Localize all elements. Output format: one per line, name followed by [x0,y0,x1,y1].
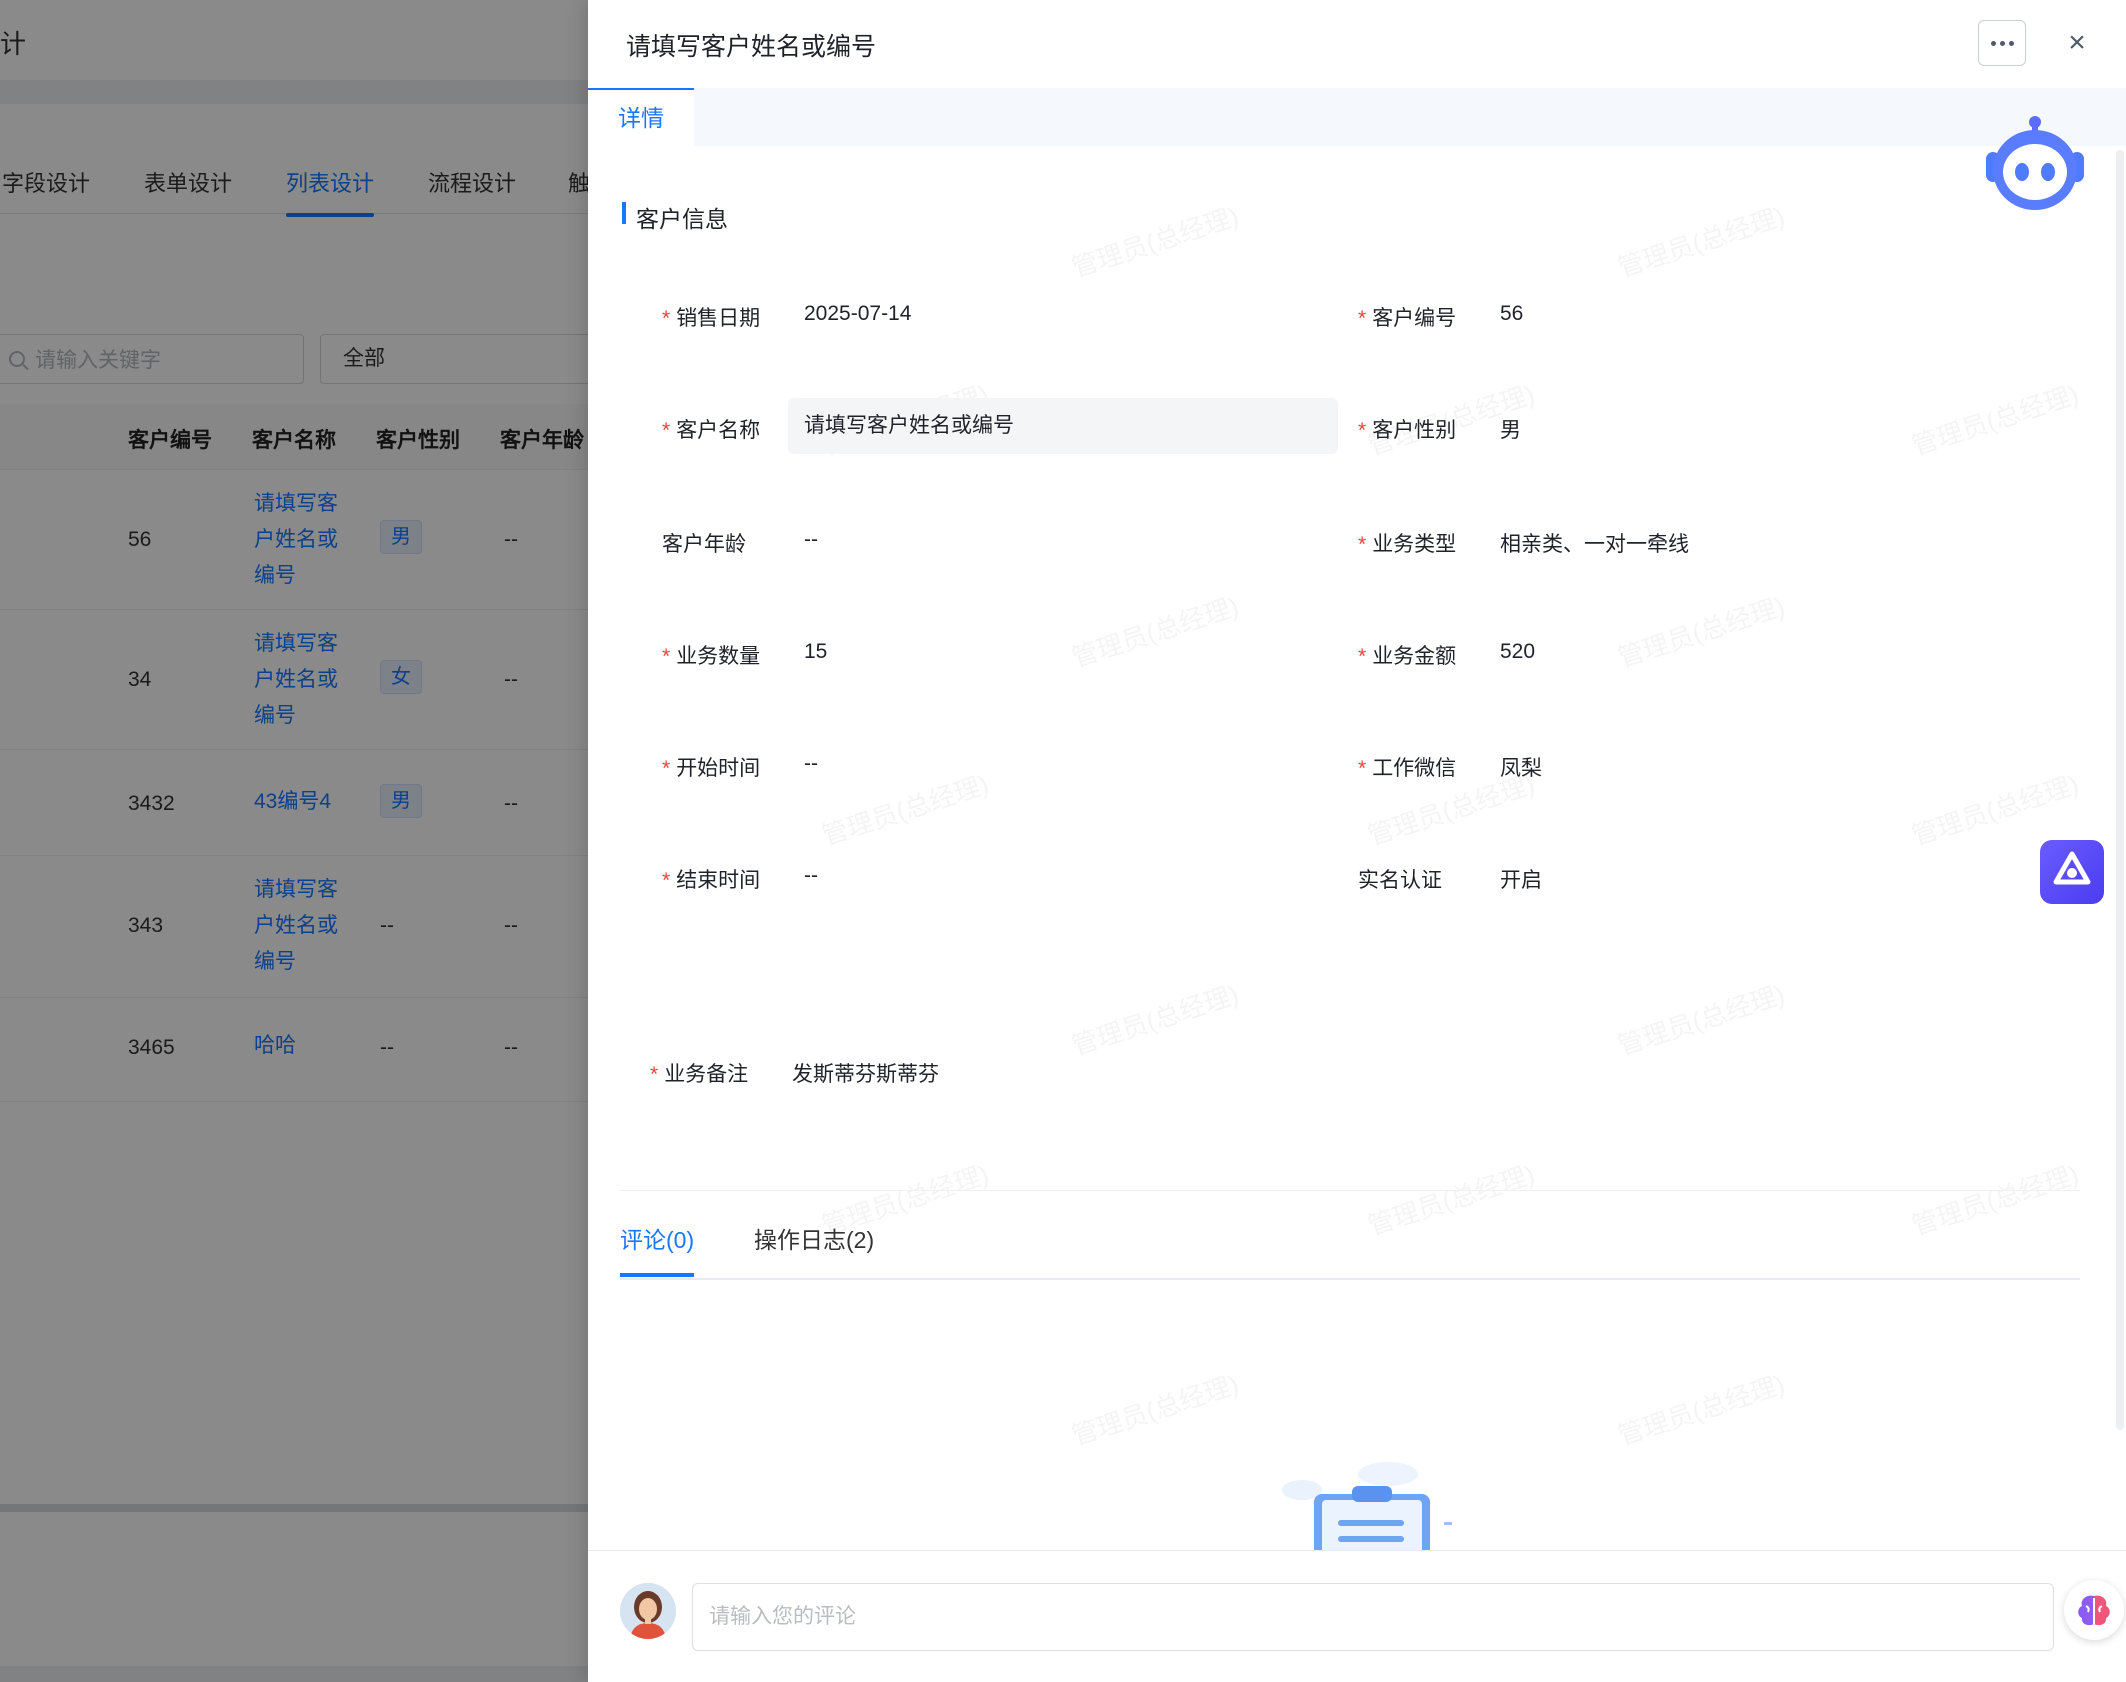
field-label-customer-name: * 客户名称 [662,419,761,442]
field-label-business-qty: * 业务数量 [662,645,761,668]
drawer-scrollbar[interactable] [2116,150,2124,1430]
detail-drawer: 管理员(总经理) 管理员(总经理) 管理员(总经理) 管理员(总经理) 管理员(… [588,0,2126,1682]
triangle-logo-icon [2053,851,2091,885]
user-avatar-icon [620,1583,676,1639]
ai-brain-button[interactable] [2064,1580,2124,1640]
field-value-sale-date[interactable]: 2025-07-14 [804,302,911,326]
drawer-header: 请填写客户姓名或编号 × [588,0,2126,88]
more-actions-button[interactable] [1978,20,2026,66]
watermark: 管理员(总经理) [1613,974,1789,1063]
drawer-tabbar: 详情 [588,88,2126,146]
tab-comments[interactable]: 评论(0) [620,1221,695,1277]
field-label-start-time: * 开始时间 [662,757,761,780]
field-value-real-name-auth[interactable]: 开启 [1500,864,1542,894]
ellipsis-icon [1999,40,2005,46]
field-value-customer-gender[interactable]: 男 [1500,414,1521,444]
field-label-end-time: * 结束时间 [662,869,761,892]
drawer-title: 请填写客户姓名或编号 [626,33,877,61]
field-label-work-wechat: * 工作微信 [1358,757,1457,780]
watermark: 管理员(总经理) [1613,1364,1789,1453]
brain-icon [2078,1595,2110,1626]
field-label-remark: * 业务备注 [650,1063,749,1086]
watermark: 管理员(总经理) [1067,196,1243,285]
field-value-business-type[interactable]: 相亲类、一对一牵线 [1500,528,1689,558]
watermark: 管理员(总经理) [1613,196,1789,285]
field-label-customer-gender: * 客户性别 [1358,419,1457,442]
field-label-real-name-auth: 实名认证 [1358,869,1442,892]
watermark: 管理员(总经理) [1067,974,1243,1063]
tab-operation-log[interactable]: 操作日志(2) [754,1221,874,1255]
field-label-customer-id: * 客户编号 [1358,307,1457,330]
field-label-customer-age: 客户年龄 [662,533,746,556]
customer-name-input[interactable]: 请填写客户姓名或编号 [788,398,1338,454]
field-label-business-amount: * 业务金额 [1358,645,1457,668]
ellipsis-icon [2008,40,2014,46]
comment-bar [588,1550,2126,1682]
field-value-end-time[interactable]: -- [804,864,818,888]
app-launcher-icon[interactable] [2040,840,2104,904]
field-value-work-wechat[interactable]: 凤梨 [1500,752,1542,782]
watermark: 管理员(总经理) [1067,586,1243,675]
section-title: 客户信息 [622,200,728,234]
field-label-sale-date: * 销售日期 [662,307,761,330]
field-value-remark[interactable]: 发斯蒂芬斯蒂芬 [792,1058,939,1088]
watermark: 管理员(总经理) [1067,1364,1243,1453]
watermark: 管理员(总经理) [1907,374,2083,463]
tab-detail[interactable]: 详情 [588,88,694,146]
close-icon[interactable]: × [2060,26,2094,60]
watermark: 管理员(总经理) [1613,586,1789,675]
field-value-start-time[interactable]: -- [804,752,818,776]
empty-clipboard-icon [1282,1462,1452,1552]
field-value-customer-age[interactable]: -- [804,528,818,552]
field-value-business-amount[interactable]: 520 [1500,640,1535,664]
field-label-business-type: * 业务类型 [1358,533,1457,556]
avatar [620,1583,676,1639]
field-value-customer-id[interactable]: 56 [1500,302,1523,326]
activity-tabs: 评论(0) 操作日志(2) [620,1190,2080,1280]
ellipsis-icon [1990,40,1996,46]
robot-assistant-icon[interactable] [1980,112,2090,220]
watermark: 管理员(总经理) [817,764,993,853]
field-value-business-qty[interactable]: 15 [804,640,827,664]
comment-input[interactable] [692,1583,2054,1651]
